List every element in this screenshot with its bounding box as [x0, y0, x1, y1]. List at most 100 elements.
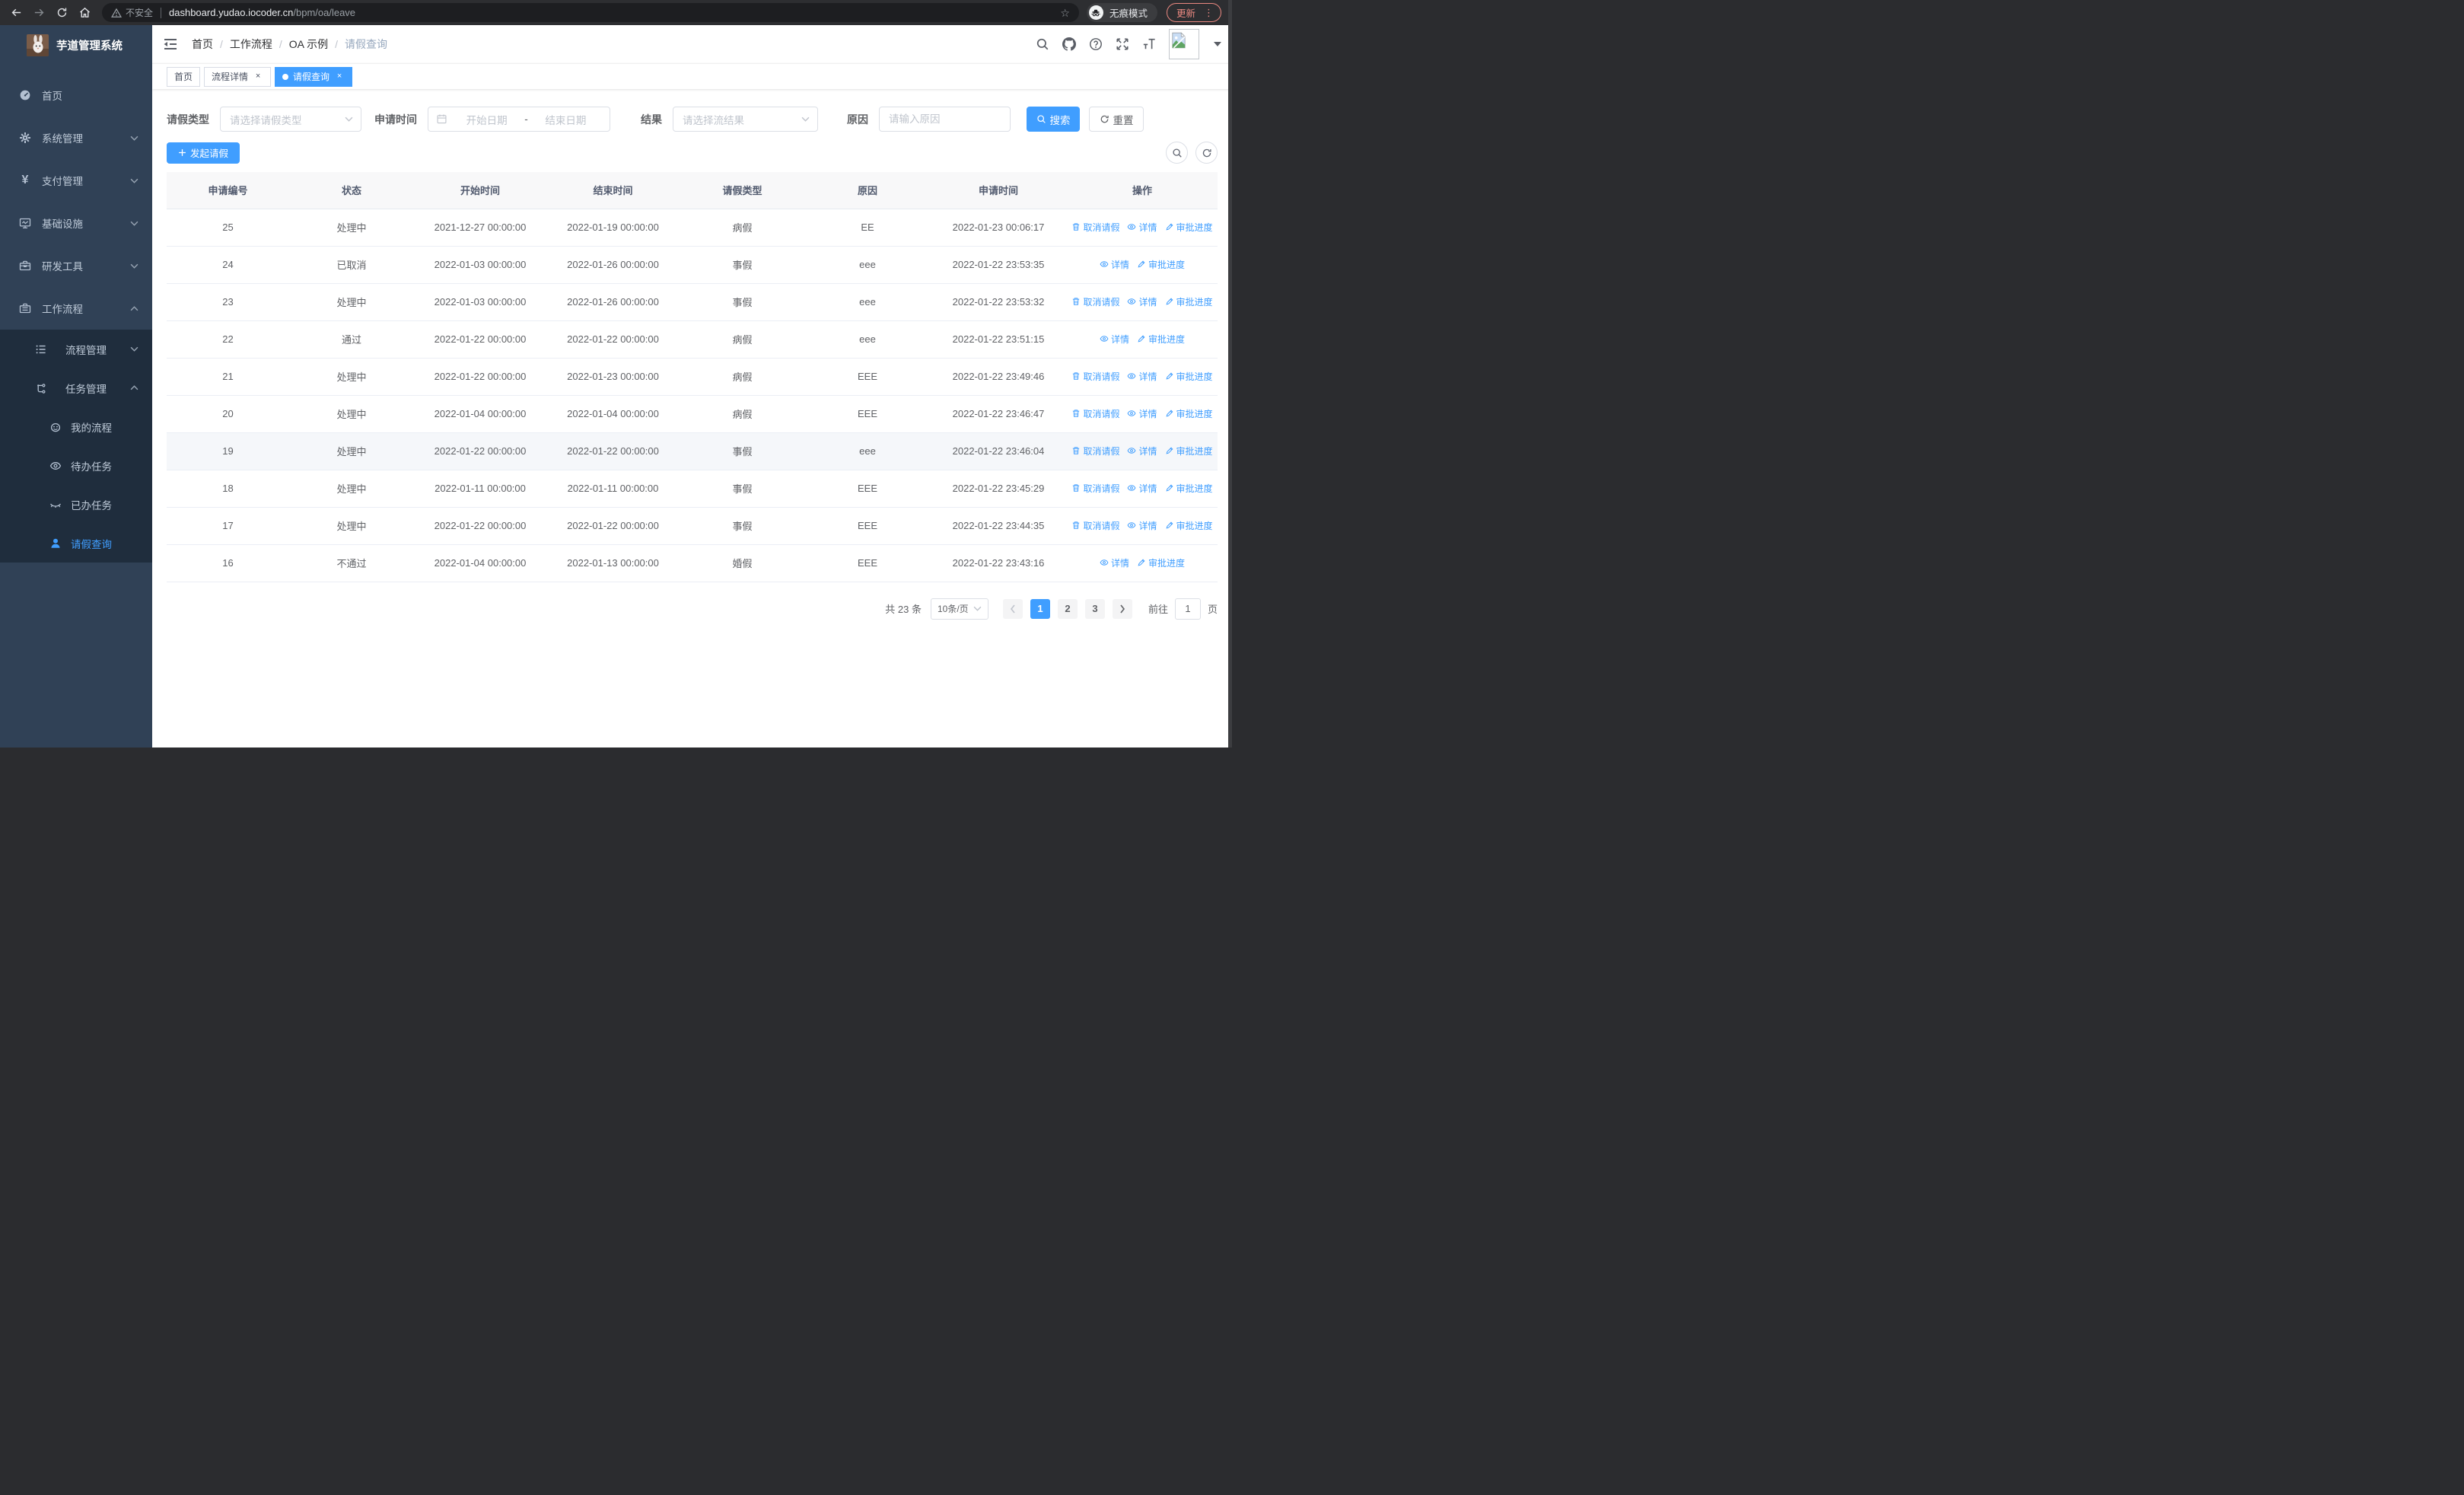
col-header: 原因 — [805, 172, 930, 209]
next-page-button[interactable] — [1112, 598, 1132, 619]
browser-back-button[interactable] — [6, 3, 26, 23]
font-size-icon[interactable] — [1142, 37, 1156, 51]
sidebar-item-label: 支付管理 — [42, 176, 83, 187]
cell-apply_time: 2022-01-22 23:44:35 — [930, 507, 1067, 545]
detail-link[interactable]: 详情 — [1127, 407, 1157, 420]
progress-link[interactable]: 审批进度 — [1165, 407, 1213, 420]
create-leave-button[interactable]: 发起请假 — [167, 142, 240, 164]
bookmark-star-icon[interactable]: ☆ — [1060, 8, 1070, 18]
table-row: 25 处理中 2021-12-27 00:00:00 2022-01-19 00:00… — [167, 209, 1218, 247]
gear-icon — [18, 132, 32, 144]
page-size-value: 10条/页 — [937, 604, 969, 614]
help-icon[interactable] — [1089, 37, 1103, 51]
refresh-table-button[interactable] — [1195, 142, 1218, 164]
page-button-3[interactable]: 3 — [1084, 598, 1105, 619]
cancel-link[interactable]: 取消请假 — [1071, 445, 1119, 457]
trash-icon — [1071, 297, 1081, 306]
toggle-search-button[interactable] — [1166, 142, 1188, 164]
tab-home[interactable]: 首页 — [167, 66, 201, 87]
cancel-link[interactable]: 取消请假 — [1071, 370, 1119, 383]
sidebar-item-payment[interactable]: ¥ 支付管理 — [0, 159, 152, 202]
cancel-link[interactable]: 取消请假 — [1071, 407, 1119, 420]
progress-link[interactable]: 审批进度 — [1165, 370, 1213, 383]
reset-button[interactable]: 重置 — [1089, 107, 1144, 132]
cancel-link[interactable]: 取消请假 — [1071, 221, 1119, 234]
progress-link[interactable]: 审批进度 — [1137, 556, 1185, 569]
sidebar-item-devtools[interactable]: 研发工具 — [0, 244, 152, 287]
github-icon[interactable] — [1062, 37, 1076, 51]
browser-forward-button[interactable] — [29, 3, 49, 23]
action-label: 详情 — [1138, 520, 1157, 531]
calendar-icon — [436, 113, 447, 125]
sidebar-item-leave-query[interactable]: 请假查询 — [0, 524, 152, 563]
detail-link[interactable]: 详情 — [1100, 556, 1129, 569]
browser-update-menu[interactable]: 更新 ⋮ — [1166, 3, 1221, 22]
sidebar-collapse-icon[interactable] — [162, 36, 179, 53]
page-jump-input[interactable] — [1174, 598, 1201, 620]
apply-time-range-picker[interactable]: 开始日期 - 结束日期 — [428, 107, 610, 132]
detail-link[interactable]: 详情 — [1127, 221, 1157, 234]
action-label: 审批进度 — [1176, 371, 1213, 382]
cancel-link[interactable]: 取消请假 — [1071, 482, 1119, 495]
progress-link[interactable]: 审批进度 — [1165, 221, 1213, 234]
chevron-down-icon — [130, 135, 138, 141]
tab-label: 首页 — [174, 72, 193, 82]
sidebar-item-done-tasks[interactable]: 已办任务 — [0, 485, 152, 524]
breadcrumb-item[interactable]: 工作流程 — [230, 37, 272, 52]
close-icon[interactable] — [334, 72, 345, 82]
chevron-down-icon[interactable] — [1214, 42, 1221, 46]
progress-link[interactable]: 审批进度 — [1165, 295, 1213, 308]
edit-icon — [1165, 409, 1174, 418]
sidebar-item-task-mgmt[interactable]: 任务管理 — [0, 368, 152, 407]
detail-link[interactable]: 详情 — [1127, 519, 1157, 532]
sidebar-item-workflow[interactable]: 工作流程 — [0, 287, 152, 330]
progress-link[interactable]: 审批进度 — [1137, 258, 1185, 271]
close-icon[interactable] — [253, 72, 263, 82]
search-icon[interactable] — [1036, 37, 1049, 51]
sidebar-item-home[interactable]: 首页 — [0, 74, 152, 116]
fullscreen-icon[interactable] — [1116, 37, 1129, 51]
detail-link[interactable]: 详情 — [1127, 295, 1157, 308]
cell-apply_time: 2022-01-22 23:49:46 — [930, 358, 1067, 396]
eye-icon — [1127, 521, 1136, 530]
search-button[interactable]: 搜索 — [1027, 107, 1080, 132]
page-size-select[interactable]: 10条/页 — [930, 598, 988, 620]
detail-link[interactable]: 详情 — [1100, 258, 1129, 271]
reason-input[interactable] — [879, 107, 1011, 132]
prev-page-button[interactable] — [1002, 598, 1023, 619]
progress-link[interactable]: 审批进度 — [1165, 519, 1213, 532]
tab-leave-query[interactable]: 请假查询 — [275, 66, 353, 87]
not-secure-indicator[interactable]: 不安全 — [111, 6, 153, 19]
cell-end_time: 2022-01-13 00:00:00 — [546, 544, 680, 582]
progress-link[interactable]: 审批进度 — [1165, 482, 1213, 495]
sidebar-item-system[interactable]: 系统管理 — [0, 116, 152, 159]
sidebar-item-todo-tasks[interactable]: 待办任务 — [0, 446, 152, 485]
breadcrumb-item[interactable]: 首页 — [192, 37, 213, 52]
browser-reload-button[interactable] — [52, 3, 72, 23]
leave-type-select[interactable]: 请选择请假类型 — [220, 107, 361, 132]
breadcrumb-item[interactable]: OA 示例 — [289, 37, 328, 52]
app-logo[interactable]: 芋道管理系统 — [0, 25, 152, 65]
progress-link[interactable]: 审批进度 — [1137, 333, 1185, 346]
browser-home-button[interactable] — [75, 3, 94, 23]
page-button-1[interactable]: 1 — [1030, 598, 1050, 619]
detail-link[interactable]: 详情 — [1127, 445, 1157, 457]
progress-link[interactable]: 审批进度 — [1165, 445, 1213, 457]
col-header: 状态 — [289, 172, 414, 209]
detail-link[interactable]: 详情 — [1127, 370, 1157, 383]
action-label: 审批进度 — [1176, 483, 1213, 494]
detail-link[interactable]: 详情 — [1127, 482, 1157, 495]
eye-icon — [1127, 297, 1136, 306]
sidebar-item-process-mgmt[interactable]: 流程管理 — [0, 330, 152, 368]
result-select[interactable]: 请选择流结果 — [673, 107, 818, 132]
tab-process-detail[interactable]: 流程详情 — [204, 66, 272, 87]
update-label: 更新 — [1176, 8, 1195, 19]
sidebar-item-infra[interactable]: 基础设施 — [0, 202, 152, 244]
cancel-link[interactable]: 取消请假 — [1071, 295, 1119, 308]
address-bar[interactable]: 不安全 dashboard.yudao.iocoder.cn /bpm/oa/l… — [102, 3, 1079, 22]
sidebar-item-my-process[interactable]: 我的流程 — [0, 407, 152, 446]
page-button-2[interactable]: 2 — [1057, 598, 1078, 619]
avatar[interactable] — [1169, 29, 1199, 59]
detail-link[interactable]: 详情 — [1100, 333, 1129, 346]
cancel-link[interactable]: 取消请假 — [1071, 519, 1119, 532]
